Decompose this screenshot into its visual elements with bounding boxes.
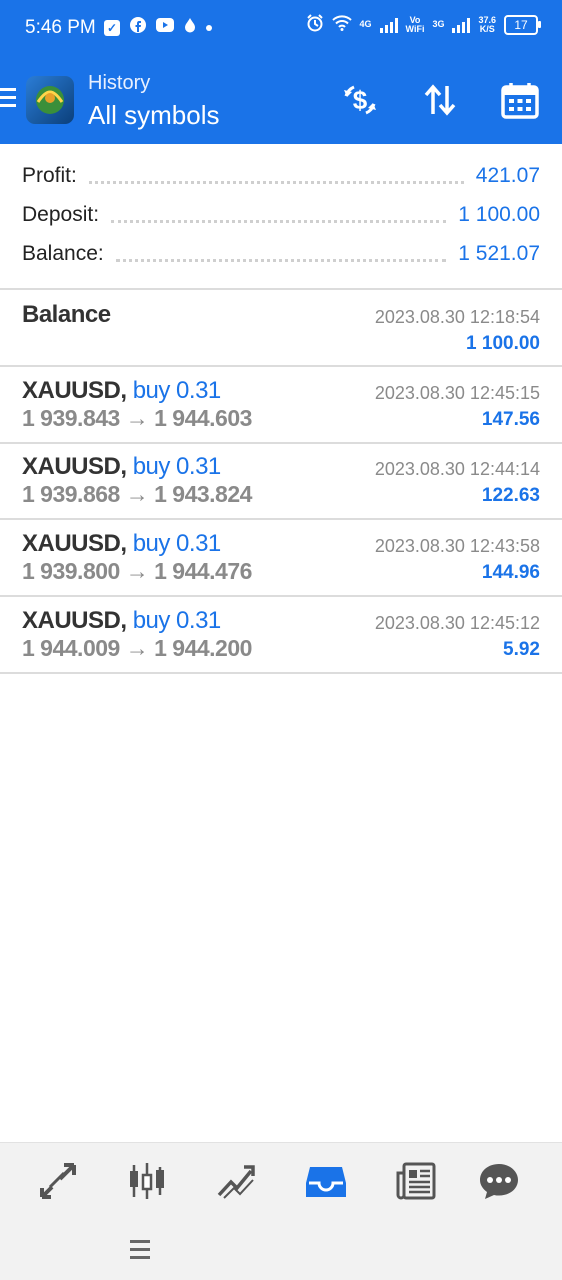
deal-time: 2023.08.30 12:44:14 xyxy=(374,459,540,479)
balance-operation-time: 2023.08.30 12:18:54 xyxy=(374,307,540,327)
balance-operation-label: Balance xyxy=(22,301,111,328)
deposit-value: 1 100.00 xyxy=(458,203,540,226)
alarm-icon xyxy=(306,14,324,35)
deal-time: 2023.08.30 12:43:58 xyxy=(374,536,540,556)
deal-type: buy 0.31 xyxy=(132,453,222,480)
more-notifications-dot xyxy=(206,24,212,31)
recent-apps-icon[interactable] xyxy=(130,1240,150,1264)
chart-icon[interactable] xyxy=(125,1159,169,1203)
vowifi-indicator: Vo WiFi xyxy=(405,14,425,34)
deal-symbol: XAUUSD, buy 0.31 xyxy=(22,607,222,634)
deal-prices: 1 939.800 → 1 944.476 xyxy=(22,558,252,584)
notification-icons: ✓ xyxy=(104,17,212,38)
page-title: History xyxy=(88,72,151,94)
deal-time: 2023.08.30 12:45:12 xyxy=(374,613,540,633)
deal-prices: 1 944.009 → 1 944.200 xyxy=(22,635,252,661)
network-speed: 37.6 K/S xyxy=(478,14,496,34)
chat-icon[interactable] xyxy=(477,1159,521,1203)
deal-row[interactable]: XAUUSD, buy 0.31 1 939.843 → 1 944.603 2… xyxy=(0,367,562,444)
dollar-exchange-icon[interactable]: $ xyxy=(338,78,382,122)
deal-row[interactable]: XAUUSD, buy 0.31 1 939.868 → 1 943.824 2… xyxy=(0,443,562,520)
drop-icon xyxy=(184,17,196,38)
network-3g: 3G xyxy=(432,19,445,29)
balance-operation-row[interactable]: Balance 2023.08.30 12:18:54 1 100.00 xyxy=(0,289,562,367)
deal-prices: 1 939.843 → 1 944.603 xyxy=(22,405,252,431)
signal-icon-2 xyxy=(452,17,471,33)
balance-label: Balance: xyxy=(22,242,104,265)
balance-row: Balance: 1 521.07 xyxy=(22,239,540,269)
deal-symbol: XAUUSD, buy 0.31 xyxy=(22,453,222,480)
deal-type: buy 0.31 xyxy=(132,607,222,634)
sort-icon[interactable] xyxy=(418,78,462,122)
calendar-icon[interactable] xyxy=(498,78,542,122)
deal-symbol: XAUUSD, buy 0.31 xyxy=(22,530,222,557)
history-summary: Profit: 421.07 Deposit: 1 100.00 Balance… xyxy=(0,144,562,290)
deal-profit: 147.56 xyxy=(481,409,540,430)
signal-icon xyxy=(379,17,398,33)
deposit-label: Deposit: xyxy=(22,203,100,226)
balance-value: 1 521.07 xyxy=(458,242,540,265)
deal-row[interactable]: XAUUSD, buy 0.31 1 944.009 → 1 944.200 2… xyxy=(0,597,562,674)
deal-time: 2023.08.30 12:45:15 xyxy=(374,383,540,403)
metatrader-logo xyxy=(26,76,74,124)
dotted-leader xyxy=(111,219,447,223)
system-navigation-bar xyxy=(0,1218,562,1280)
quotes-icon[interactable] xyxy=(36,1159,80,1203)
facebook-icon xyxy=(130,17,146,38)
youtube-icon xyxy=(156,18,174,37)
symbol-filter[interactable]: All symbols xyxy=(88,100,219,131)
deal-row[interactable]: XAUUSD, buy 0.31 1 939.800 → 1 944.476 2… xyxy=(0,520,562,597)
profit-row: Profit: 421.07 xyxy=(22,161,540,191)
balance-operation-amount: 1 100.00 xyxy=(466,333,540,354)
deal-profit: 122.63 xyxy=(481,485,540,506)
app-bar: 5:46 PM ✓ 4G Vo WiFi 3G 37.6 K/S 17 Hist… xyxy=(0,0,562,144)
status-time: 5:46 PM xyxy=(25,17,96,38)
hamburger-menu-icon[interactable] xyxy=(0,88,16,112)
deposit-row: Deposit: 1 100.00 xyxy=(22,200,540,230)
bottom-navigation xyxy=(0,1142,562,1219)
deal-prices: 1 939.868 → 1 943.824 xyxy=(22,481,252,507)
deal-profit: 144.96 xyxy=(481,562,540,583)
system-indicators: 4G Vo WiFi 3G 37.6 K/S 17 xyxy=(306,14,541,35)
dotted-leader xyxy=(115,258,447,262)
history-icon[interactable] xyxy=(304,1159,348,1203)
trade-icon[interactable] xyxy=(214,1159,258,1203)
wifi-icon xyxy=(331,15,352,34)
deal-profit: 5.92 xyxy=(503,639,540,660)
deal-type: buy 0.31 xyxy=(132,377,222,404)
profit-label: Profit: xyxy=(22,164,77,187)
svg-text:$: $ xyxy=(353,85,368,115)
profit-value: 421.07 xyxy=(475,164,540,187)
network-4g: 4G xyxy=(359,19,372,29)
notification-v-icon: ✓ xyxy=(104,19,120,36)
deal-type: buy 0.31 xyxy=(132,530,222,557)
status-bar: 5:46 PM ✓ 4G Vo WiFi 3G 37.6 K/S 17 xyxy=(0,0,562,56)
news-icon[interactable] xyxy=(394,1159,438,1203)
deal-symbol: XAUUSD, buy 0.31 xyxy=(22,377,222,404)
battery-icon: 17 xyxy=(504,14,541,35)
dotted-leader xyxy=(88,180,464,184)
